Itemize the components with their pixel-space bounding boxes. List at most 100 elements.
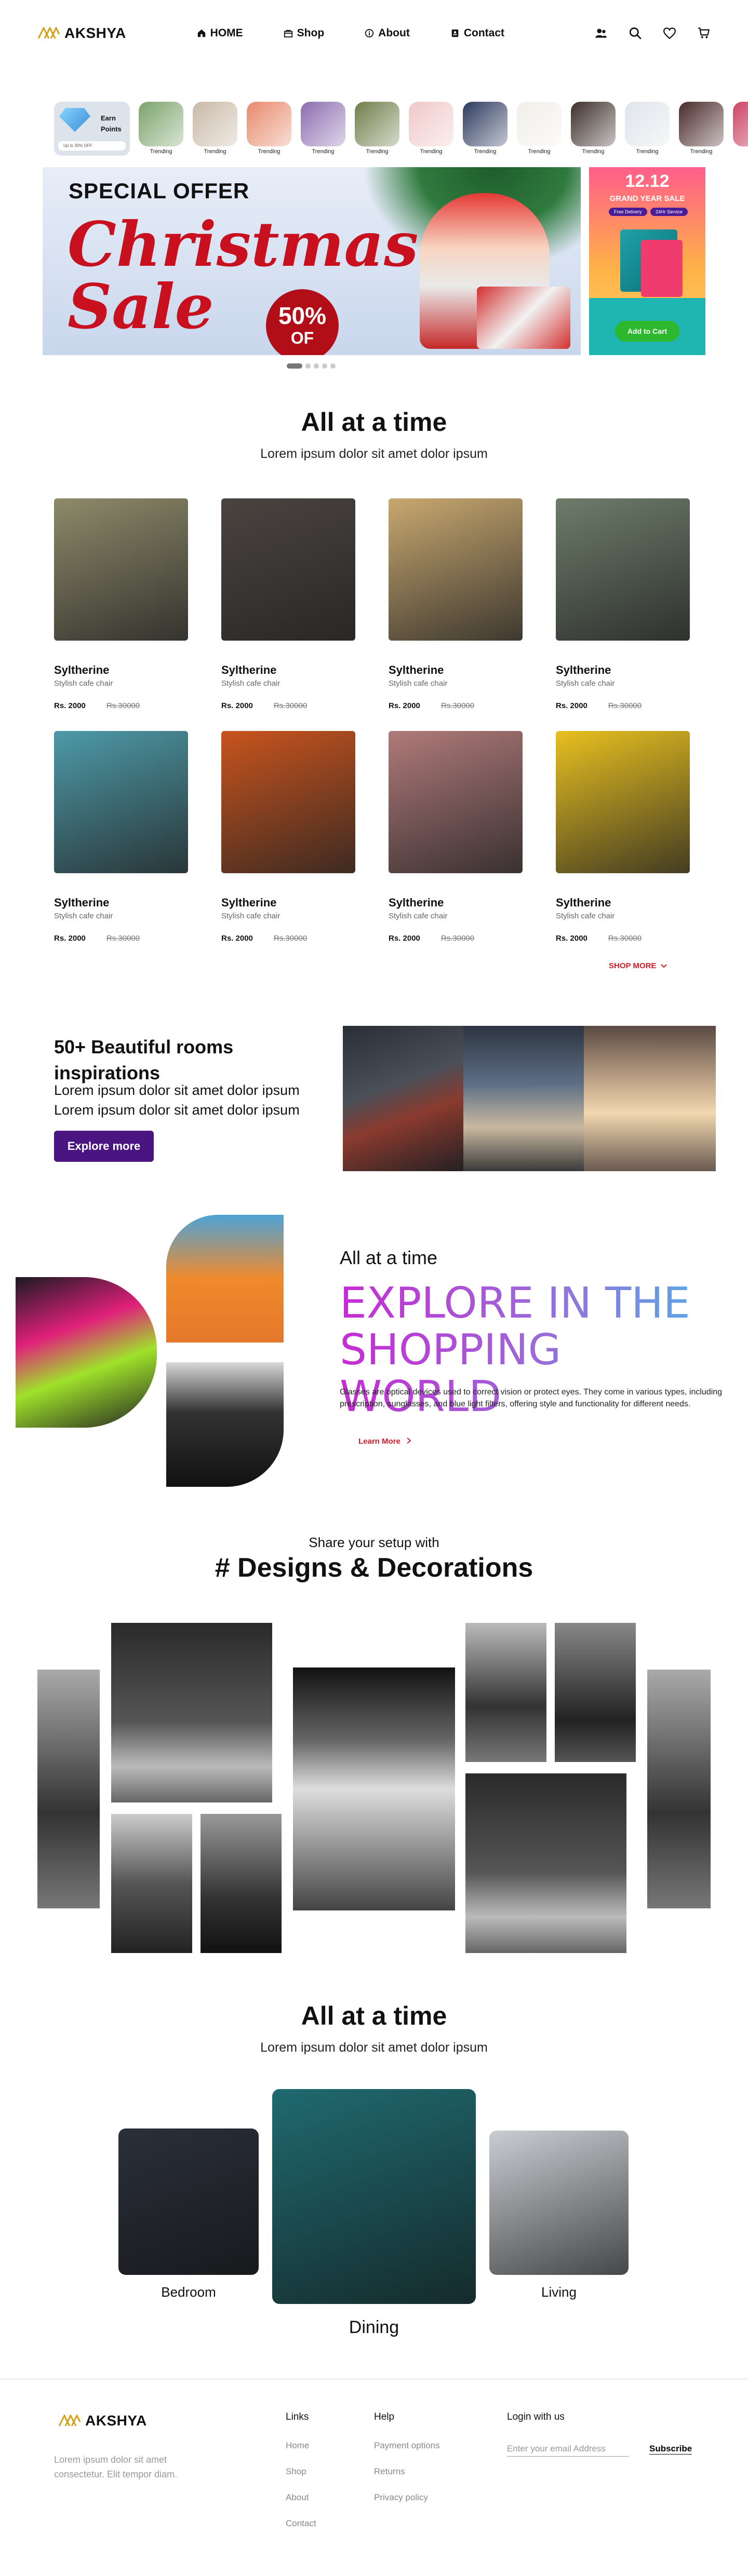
chevron-down-icon [661,964,667,968]
category-thumb [625,102,670,146]
category-item[interactable]: Trending [570,102,616,160]
category-item[interactable]: Trending [192,102,238,160]
discount-off: OF [290,329,314,347]
product-image [54,731,188,873]
category-item[interactable]: Trending [138,102,184,160]
gallery-image[interactable] [110,1622,273,1804]
footer-link-returns[interactable]: Returns [374,2466,440,2477]
shop-more-label: SHOP MORE [609,961,657,970]
carousel-dot[interactable] [322,363,327,369]
subscribe-button[interactable]: Subscribe [649,2444,692,2455]
product-card[interactable]: Syltherine Stylish cafe chair Rs. 2000 R… [54,731,188,943]
carousel-dot[interactable] [287,363,302,369]
room-card-bedroom[interactable] [118,2128,259,2275]
shop-more-link[interactable]: SHOP MORE [609,961,667,970]
gallery-image[interactable] [199,1813,283,1954]
footer-brand-logo[interactable]: AKSHYA [58,2412,147,2429]
promo-chip-delivery: Free Delivery [609,208,647,216]
footer-link-about[interactable]: About [286,2492,316,2503]
room-inspiration-image[interactable] [463,1026,595,1171]
product-card[interactable]: Syltherine Stylish cafe chair Rs. 2000 R… [556,731,690,943]
category-label: Trending [204,148,226,155]
hero-title-christmas: Christmas [68,208,419,280]
footer-link-privacy[interactable]: Privacy policy [374,2492,440,2503]
category-label: Trending [582,148,605,155]
hero-title-sale: Sale [68,270,214,343]
room-inspiration-image[interactable] [584,1026,716,1171]
cart-icon[interactable] [697,26,711,40]
earn-points-card[interactable]: Earn Points Up to 30% OFF [54,102,130,156]
earn-promo-text: Up to 30% OFF [58,141,126,151]
gallery-image[interactable] [464,1622,547,1763]
heart-icon[interactable] [663,26,676,40]
nav-about[interactable]: About [365,27,410,39]
gallery-image[interactable] [554,1622,637,1763]
footer-link-shop[interactable]: Shop [286,2466,316,2477]
add-to-cart-button[interactable]: Add to Cart [615,321,679,342]
section-title: All at a time [301,2001,447,2030]
product-price: Rs. 2000 [221,701,253,710]
search-icon[interactable] [629,26,642,40]
category-thumb [193,102,237,146]
nav-shop[interactable]: Shop [284,27,324,39]
product-card[interactable]: Syltherine Stylish cafe chair Rs. 2000 R… [221,498,355,710]
product-old-price: Rs.30000 [608,934,642,943]
gallery-image[interactable] [464,1772,627,1954]
room-card-dining[interactable] [272,2089,476,2304]
nav-home[interactable]: HOME [197,27,243,39]
room-inspiration-image[interactable] [343,1026,475,1171]
category-strip: Earn Points Up to 30% OFF Trending Trendi… [54,102,748,160]
category-item[interactable]: Trending [462,102,508,160]
product-image [389,498,523,641]
category-item[interactable]: Trending [678,102,724,160]
learn-more-link[interactable]: Learn More [358,1437,412,1446]
category-label: Trending [636,148,659,155]
room-card-living[interactable] [489,2131,629,2275]
nav-contact-label: Contact [463,27,504,39]
category-item[interactable]: Trending [354,102,400,160]
product-name: Syltherine [389,896,444,909]
promo-chip-service: 24Hr Service [650,208,688,216]
product-card[interactable]: Syltherine Stylish cafe chair Rs. 2000 R… [389,731,523,943]
product-card[interactable]: Syltherine Stylish cafe chair Rs. 2000 R… [221,731,355,943]
gallery-image[interactable] [292,1666,456,1911]
footer-link-contact[interactable]: Contact [286,2518,316,2529]
product-card[interactable]: Syltherine Stylish cafe chair Rs. 2000 R… [54,498,188,710]
email-field[interactable] [507,2442,629,2457]
footer-link-home[interactable]: Home [286,2441,316,2451]
fashion-image-orange-suit [166,1215,284,1343]
info-icon [365,29,374,38]
category-thumb [517,102,562,146]
footer-links-column: Links Home Shop About Contact [286,2411,316,2544]
category-item[interactable]: Tr [732,102,748,160]
product-image [389,731,523,873]
product-card[interactable]: Syltherine Stylish cafe chair Rs. 2000 R… [389,498,523,710]
earn-line1: Earn [101,114,116,122]
category-item[interactable]: Trending [246,102,292,160]
footer-link-payment[interactable]: Payment options [374,2441,440,2451]
nav-about-label: About [378,27,410,39]
gallery-image[interactable] [646,1669,712,1909]
user-icon[interactable] [594,26,608,40]
carousel-dot[interactable] [305,363,311,369]
product-name: Syltherine [54,663,110,676]
hero-banner[interactable]: SPECIAL OFFER Christmas Sale 50% OF [43,167,581,355]
carousel-dot[interactable] [314,363,319,369]
brand-logo[interactable]: AKSHYA [37,25,126,42]
gallery-image[interactable] [110,1813,193,1954]
explore-more-button[interactable]: Explore more [54,1131,154,1162]
category-item[interactable]: Trending [624,102,670,160]
earn-line2: Points [101,125,122,133]
product-card[interactable]: Syltherine Stylish cafe chair Rs. 2000 R… [556,498,690,710]
nav-contact[interactable]: Contact [450,27,504,39]
category-item[interactable]: Trending [516,102,562,160]
product-description: Stylish cafe chair [54,679,113,688]
product-name: Syltherine [221,663,277,676]
product-name: Syltherine [556,896,611,909]
gallery-image[interactable] [36,1669,101,1909]
product-old-price: Rs.30000 [106,701,140,710]
carousel-dot[interactable] [330,363,336,369]
category-item[interactable]: Trending [300,102,346,160]
category-item[interactable]: Trending [408,102,454,160]
promo-card[interactable]: 12.12 GRAND YEAR SALE Free Delivery 24Hr… [589,167,705,355]
